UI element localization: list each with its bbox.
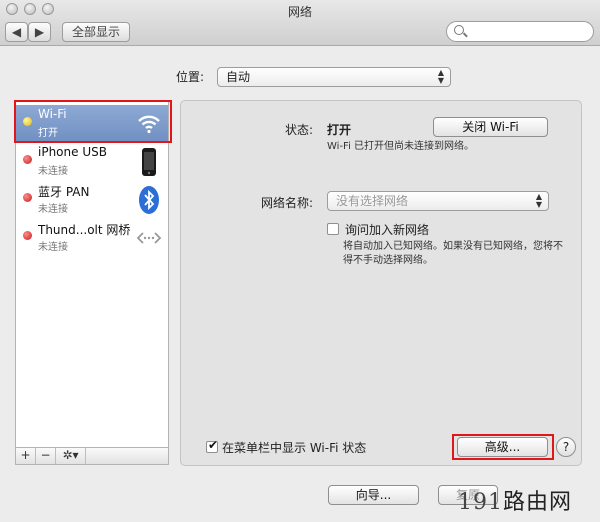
gear-icon: ✲▾	[62, 448, 79, 462]
bluetooth-icon	[139, 186, 159, 214]
network-name-placeholder: 没有选择网络	[336, 194, 409, 208]
sidebar-item-thunderbolt-bridge[interactable]: Thund...olt 网桥 未连接	[16, 219, 168, 257]
search-input[interactable]	[446, 21, 594, 42]
back-button[interactable]: ◀	[5, 22, 28, 42]
thunderbolt-bridge-icon	[136, 232, 162, 244]
status-dot-red	[23, 193, 32, 202]
network-preferences-window: 网络 ◀ ▶ 全部显示 位置: 自动 ▲ ▼ Wi-Fi 打开 iPhone U…	[0, 0, 600, 522]
status-description: Wi-Fi 已打开但尚未连接到网络。	[327, 141, 475, 152]
location-select[interactable]: 自动 ▲ ▼	[217, 67, 451, 87]
window-title: 网络	[287, 5, 312, 19]
chevron-left-icon: ◀	[11, 25, 22, 39]
watermark: 191路由网	[458, 484, 572, 516]
assistant-button[interactable]: 向导...	[328, 485, 419, 505]
sidebar-item-status: 未连接	[38, 204, 68, 215]
ask-join-checkbox[interactable]	[327, 223, 339, 235]
location-label: 位置:	[176, 70, 205, 84]
iphone-icon	[142, 148, 156, 176]
gear-menu-button[interactable]: ✲▾	[56, 448, 86, 464]
remove-service-button[interactable]: −	[36, 448, 56, 464]
show-wifi-status-checkbox[interactable]	[206, 438, 218, 453]
sidebar-item-name: 蓝牙 PAN	[38, 185, 90, 199]
ask-join-description-line1: 将自动加入已知网络。如果没有已知网络，您将不	[343, 241, 563, 252]
select-arrows-icon: ▲ ▼	[437, 68, 444, 85]
sidebar-item-iphone-usb[interactable]: iPhone USB 未连接	[16, 143, 168, 181]
ask-join-description-line2: 得不手动选择网络。	[343, 255, 433, 266]
location-value: 自动	[226, 70, 251, 84]
watermark-number: 191	[458, 490, 503, 515]
select-arrows-icon: ▲ ▼	[535, 192, 542, 209]
sidebar-item-name: iPhone USB	[38, 145, 107, 159]
network-name-label: 网络名称:	[261, 196, 314, 210]
status-label: 状态:	[285, 123, 314, 137]
status-value: 打开	[327, 123, 352, 137]
sidebar-item-status: 未连接	[38, 166, 68, 177]
sidebar-item-bluetooth-pan[interactable]: 蓝牙 PAN 未连接	[16, 181, 168, 219]
title-bar: 网络 ◀ ▶ 全部显示	[0, 0, 600, 46]
show-wifi-status-label: 在菜单栏中显示 Wi-Fi 状态	[222, 441, 367, 455]
status-dot-red	[23, 231, 32, 240]
add-service-button[interactable]: +	[16, 448, 36, 464]
watermark-text: 路由网	[503, 490, 573, 515]
status-dot-red	[23, 155, 32, 164]
network-name-select[interactable]: 没有选择网络 ▲ ▼	[327, 191, 549, 211]
search-icon	[454, 25, 464, 35]
advanced-highlight-box	[452, 434, 554, 460]
chevron-right-icon: ▶	[34, 25, 45, 39]
wifi-highlight-box	[14, 100, 172, 143]
service-list: Wi-Fi 打开 iPhone USB 未连接 蓝牙 PAN 未连接 Thund…	[15, 100, 169, 449]
sidebar-item-name: Thund...olt 网桥	[38, 223, 131, 237]
sidebar-item-status: 未连接	[38, 242, 68, 253]
ask-join-label: 询问加入新网络	[345, 223, 430, 237]
turn-off-wifi-button[interactable]: 关闭 Wi-Fi	[433, 117, 548, 137]
show-all-button[interactable]: 全部显示	[62, 22, 130, 42]
help-button[interactable]: ?	[556, 437, 576, 457]
forward-button[interactable]: ▶	[28, 22, 51, 42]
detail-panel: 状态: 打开 关闭 Wi-Fi Wi-Fi 已打开但尚未连接到网络。 网络名称:…	[180, 100, 582, 466]
service-list-toolbar: + − ✲▾	[15, 447, 169, 465]
